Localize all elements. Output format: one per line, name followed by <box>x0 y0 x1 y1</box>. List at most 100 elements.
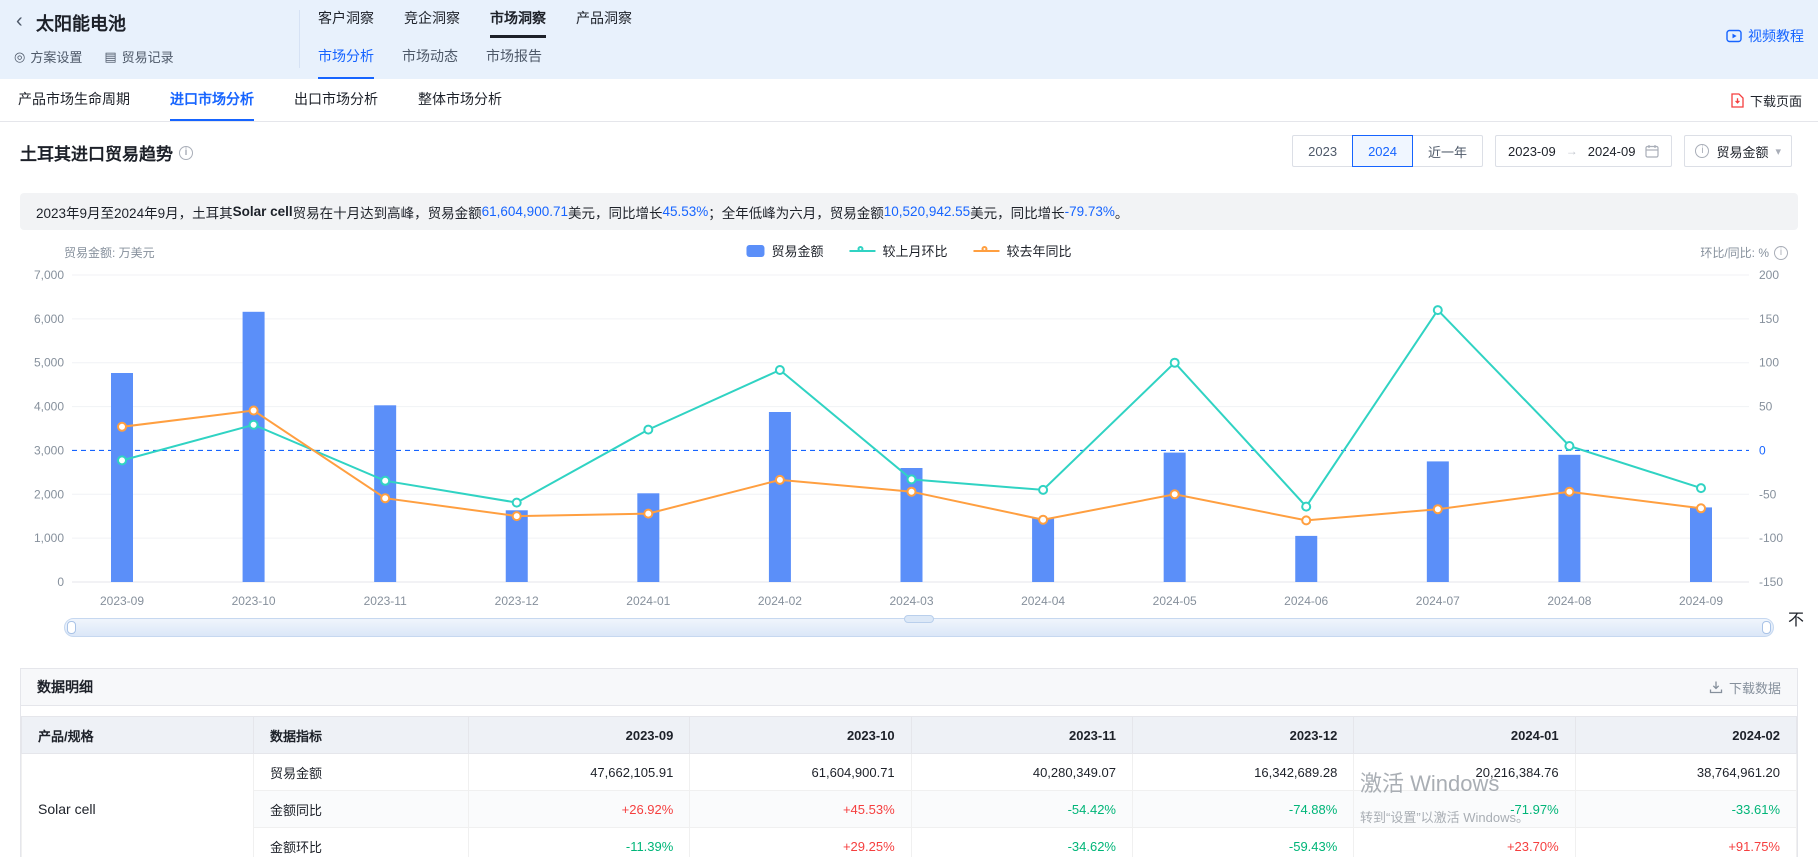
value-cell: 61,604,900.71 <box>690 754 911 791</box>
download-data-button[interactable]: 下载数据 <box>1709 678 1781 697</box>
year-2024-button[interactable]: 2024 <box>1352 135 1413 167</box>
year-2023-button[interactable]: 2023 <box>1292 135 1353 167</box>
summary-fragment: 61,604,900.71 <box>482 204 568 219</box>
document-icon: ▤ <box>104 49 116 65</box>
svg-text:200: 200 <box>1759 268 1779 282</box>
trade-records-link[interactable]: ▤ 贸易记录 <box>104 47 173 66</box>
tab-customer-insight[interactable]: 客户洞察 <box>318 8 374 38</box>
nav-export-analysis[interactable]: 出口市场分析 <box>294 79 378 121</box>
value-cell: 20,216,384.76 <box>1354 754 1575 791</box>
trade-records-label: 贸易记录 <box>122 47 174 66</box>
summary-fragment: 。 <box>1115 202 1129 222</box>
value-cell: -59.43% <box>1132 828 1353 857</box>
svg-text:2024-06: 2024-06 <box>1284 594 1328 608</box>
nav-overall-analysis[interactable]: 整体市场分析 <box>418 79 502 121</box>
data-detail-table: 产品/规格数据指标2023-092023-102023-112023-12202… <box>21 716 1797 857</box>
svg-text:6,000: 6,000 <box>34 312 64 326</box>
back-icon[interactable]: ‹ <box>16 10 23 33</box>
svg-text:1,000: 1,000 <box>34 531 64 545</box>
table-header-row: 产品/规格数据指标2023-092023-102023-112023-12202… <box>22 717 1797 754</box>
scheme-settings-label: 方案设置 <box>30 47 82 66</box>
trend-title-text: 土耳其进口贸易趋势 <box>20 140 173 165</box>
svg-text:2023-09: 2023-09 <box>100 594 144 608</box>
table-row: 金额同比+26.92%+45.53%-54.42%-74.88%-71.97%-… <box>22 791 1797 828</box>
table-column-header: 2023-11 <box>911 717 1132 754</box>
datazoom-left-handle[interactable] <box>67 621 76 634</box>
metric-icon: i <box>1695 144 1709 158</box>
data-detail-title: 数据明细 <box>37 677 93 697</box>
video-tutorial-link[interactable]: 视频教程 <box>1726 26 1804 46</box>
svg-text:-150: -150 <box>1759 575 1783 589</box>
metric-dropdown-value: 贸易金额 <box>1716 142 1768 161</box>
tab-market-insight[interactable]: 市场洞察 <box>490 8 546 38</box>
metric-name-cell: 贸易金额 <box>254 754 469 791</box>
value-cell: 47,662,105.91 <box>469 754 690 791</box>
svg-text:100: 100 <box>1759 356 1779 370</box>
settings-icon: ◎ <box>14 49 25 65</box>
metric-name-cell: 金额同比 <box>254 791 469 828</box>
tab-product-insight[interactable]: 产品洞察 <box>576 8 632 38</box>
svg-text:3,000: 3,000 <box>34 443 64 457</box>
tab-competitor-insight[interactable]: 竞企洞察 <box>404 8 460 38</box>
metric-dropdown[interactable]: i 贸易金额 ▾ <box>1684 135 1792 167</box>
scheme-settings-link[interactable]: ◎ 方案设置 <box>14 47 82 66</box>
value-cell: +26.92% <box>469 791 690 828</box>
chart-datazoom-slider[interactable] <box>64 618 1774 637</box>
table-column-header: 2023-12 <box>1132 717 1353 754</box>
nav-product-lifecycle[interactable]: 产品市场生命周期 <box>18 79 130 121</box>
bar-series <box>111 312 1712 582</box>
nav-import-analysis[interactable]: 进口市场分析 <box>170 79 254 121</box>
trend-chart: 7,0002006,0001505,0001004,000503,00002,0… <box>0 238 1818 610</box>
svg-text:2024-03: 2024-03 <box>889 594 933 608</box>
svg-text:2023-10: 2023-10 <box>232 594 276 608</box>
svg-text:2023-11: 2023-11 <box>364 594 407 608</box>
svg-text:2023-12: 2023-12 <box>495 594 539 608</box>
recent-year-button[interactable]: 近一年 <box>1412 135 1483 167</box>
svg-text:-100: -100 <box>1759 531 1783 545</box>
value-cell: +23.70% <box>1354 828 1575 857</box>
date-to: 2024-09 <box>1588 144 1636 159</box>
svg-text:2024-05: 2024-05 <box>1153 594 1197 608</box>
analysis-nav: 产品市场生命周期 进口市场分析 出口市场分析 整体市场分析 下载页面 <box>0 79 1818 122</box>
table-column-header: 2024-02 <box>1575 717 1796 754</box>
video-tutorial-label: 视频教程 <box>1748 26 1804 46</box>
header-divider <box>299 10 300 68</box>
datazoom-center-grip[interactable] <box>904 615 934 623</box>
summary-fragment: 45.53% <box>662 204 708 219</box>
insight-tabs: 客户洞察 竞企洞察 市场洞察 产品洞察 <box>318 8 632 38</box>
top-header: ‹ 太阳能电池 ◎ 方案设置 ▤ 贸易记录 客户洞察 竞企洞察 市场洞察 产品洞… <box>0 0 1818 79</box>
subtab-market-report[interactable]: 市场报告 <box>486 46 542 79</box>
value-cell: +91.75% <box>1575 828 1796 857</box>
download-data-label: 下载数据 <box>1729 678 1781 697</box>
value-cell: -34.62% <box>911 828 1132 857</box>
summary-fragment: -79.73% <box>1065 204 1115 219</box>
table-column-header: 2023-09 <box>469 717 690 754</box>
svg-text:2024-01: 2024-01 <box>626 594 670 608</box>
svg-text:2024-09: 2024-09 <box>1679 594 1723 608</box>
value-cell: 40,280,349.07 <box>911 754 1132 791</box>
svg-text:4,000: 4,000 <box>34 400 64 414</box>
data-detail-header: 数据明细 下载数据 <box>21 669 1797 706</box>
svg-text:2024-07: 2024-07 <box>1416 594 1460 608</box>
subtab-market-dynamics[interactable]: 市场动态 <box>402 46 458 79</box>
table-row: 金额环比-11.39%+29.25%-34.62%-59.43%+23.70%+… <box>22 828 1797 857</box>
summary-fragment: 贸易在十月达到高峰，贸易金额 <box>293 202 482 222</box>
datazoom-right-handle[interactable] <box>1762 621 1771 634</box>
date-range-picker[interactable]: 2023-09 → 2024-09 <box>1495 135 1672 167</box>
clipped-side-text: 不 <box>1788 606 1804 630</box>
trend-info-icon[interactable]: i <box>179 146 193 160</box>
summary-fragment: 10,520,942.55 <box>884 204 970 219</box>
summary-fragment: ；全年低峰为六月，贸易金额 <box>708 202 884 222</box>
table-row: Solar cell贸易金额47,662,105.9161,604,900.71… <box>22 754 1797 791</box>
subtab-market-analysis[interactable]: 市场分析 <box>318 46 374 79</box>
svg-text:2,000: 2,000 <box>34 487 64 501</box>
value-cell: -74.88% <box>1132 791 1353 828</box>
value-cell: 16,342,689.28 <box>1132 754 1353 791</box>
summary-fragment: 美元，同比增长 <box>568 202 663 222</box>
date-from: 2023-09 <box>1508 144 1556 159</box>
summary-fragment: 2023年9月至2024年9月，土耳其 <box>36 202 233 222</box>
trend-controls: 2023 2024 近一年 2023-09 → 2024-09 i 贸易金额 ▾ <box>1292 135 1792 167</box>
product-name-cell: Solar cell <box>22 754 254 857</box>
download-page-button[interactable]: 下载页面 <box>1731 79 1802 122</box>
svg-text:0: 0 <box>57 575 64 589</box>
